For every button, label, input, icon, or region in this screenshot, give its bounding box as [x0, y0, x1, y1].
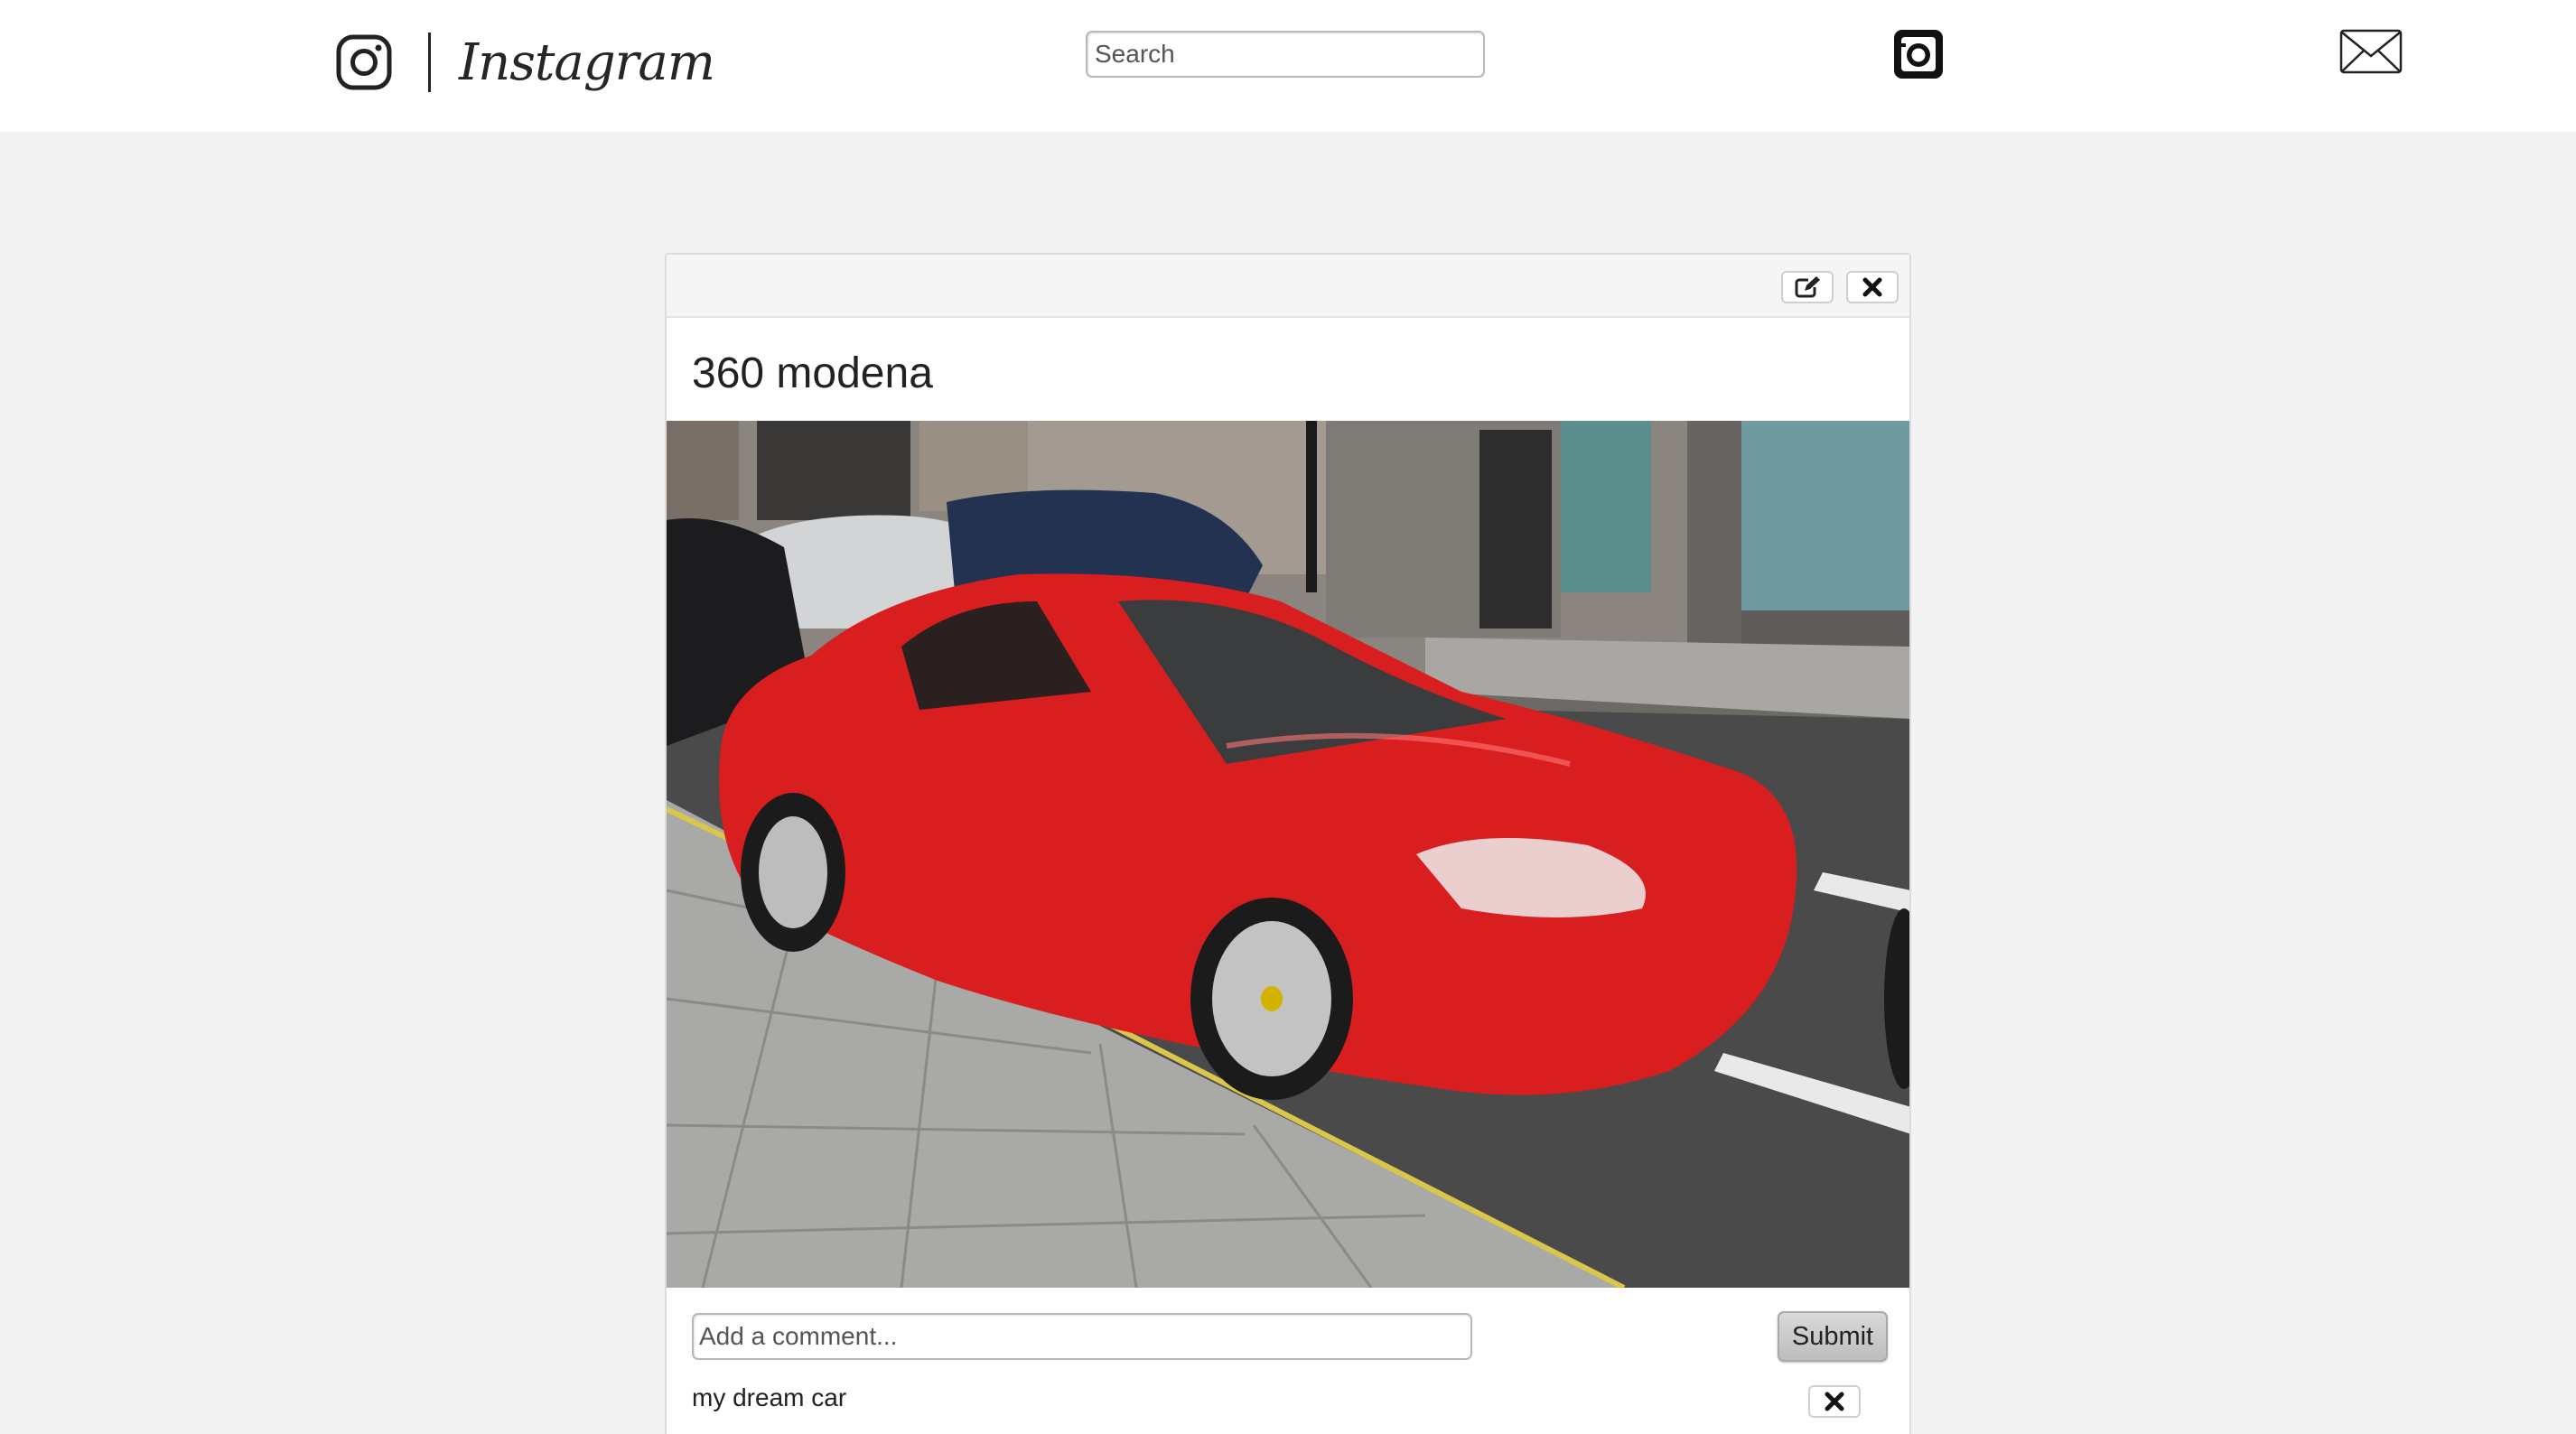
close-icon [1825, 1392, 1844, 1411]
post-photo [667, 421, 1909, 1288]
instagram-logo-icon[interactable] [336, 34, 392, 90]
comment-input[interactable] [692, 1313, 1472, 1360]
submit-button[interactable]: Submit [1778, 1311, 1888, 1362]
search-input[interactable] [1086, 31, 1485, 78]
post-title: 360 modena [692, 349, 933, 397]
close-icon [1862, 277, 1882, 297]
comment-text: my dream car [692, 1383, 847, 1411]
post-card-header [667, 255, 1909, 318]
close-button[interactable] [1846, 271, 1899, 303]
delete-comment-button[interactable] [1808, 1385, 1861, 1418]
mail-icon[interactable] [2339, 29, 2403, 74]
edit-button[interactable] [1781, 271, 1834, 303]
brand-wordmark[interactable]: Instagram [459, 27, 715, 99]
camera-icon[interactable] [1893, 29, 1944, 79]
top-navigation-bar: Instagram [0, 0, 2576, 132]
post-card: 360 modena Add a comment... Submit my dr… [665, 253, 1911, 1434]
logo-divider [428, 33, 431, 92]
edit-icon [1795, 276, 1820, 298]
